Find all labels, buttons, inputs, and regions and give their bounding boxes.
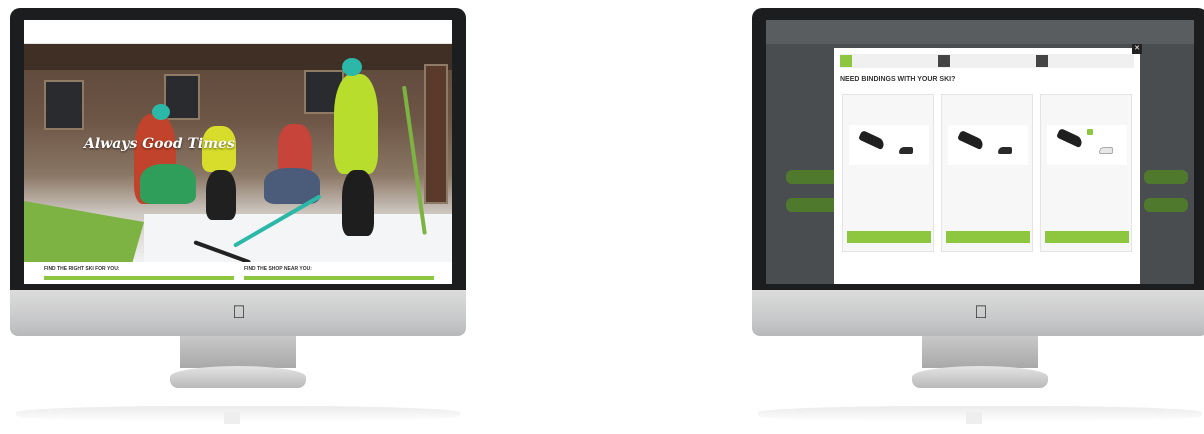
dimmed-button (786, 198, 840, 212)
hero-tagline: Always Good Times (84, 136, 235, 152)
ski-finder-title[interactable]: FIND THE RIGHT SKI FOR YOU: (44, 266, 119, 272)
binding-accent (1087, 129, 1093, 135)
binding-toe-piece (858, 129, 886, 151)
binding-heel-piece (1099, 147, 1113, 154)
shop-finder-bar[interactable] (244, 276, 434, 280)
bindings-modal: ✕ NEED BINDINGS WITH YOUR SKI? (834, 44, 1142, 284)
skier-green-pants (140, 164, 196, 204)
step-number (938, 55, 950, 67)
step-number (840, 55, 852, 67)
cabin-door (424, 64, 448, 204)
website-homepage: Always Good Times FIND THE RIGHT SKI FOR… (24, 20, 452, 284)
helmet (342, 58, 362, 76)
imac-stand-neck (922, 336, 1038, 368)
screen-bezel: ✕ NEED BINDINGS WITH YOUR SKI? (752, 8, 1204, 290)
imac-stand-foot (912, 366, 1048, 388)
step-1[interactable] (840, 54, 938, 68)
skier-black-pants (342, 170, 374, 236)
dimmed-button (1144, 198, 1188, 212)
cabin-roof (24, 44, 452, 70)
cabin-window (44, 80, 84, 130)
step-3[interactable] (1036, 54, 1134, 68)
binding-card[interactable] (842, 94, 934, 252)
finder-strip: FIND THE RIGHT SKI FOR YOU: FIND THE SHO… (24, 262, 452, 284)
dimmed-button (786, 170, 840, 184)
shop-finder-title[interactable]: FIND THE SHOP NEAR YOU: (244, 266, 312, 272)
binding-card[interactable] (941, 94, 1033, 252)
ski-finder-bar[interactable] (44, 276, 234, 280)
top-navigation (24, 20, 452, 44)
imac-right: ✕ NEED BINDINGS WITH YOUR SKI? (752, 8, 1204, 434)
hero-image: Always Good Times (24, 44, 452, 262)
helmet (152, 104, 170, 120)
add-binding-button[interactable] (1045, 231, 1129, 243)
stage: Always Good Times FIND THE RIGHT SKI FOR… (0, 0, 1204, 434)
binding-heel-piece (899, 147, 913, 154)
dimmed-navigation (766, 20, 1194, 44)
step-number (1036, 55, 1048, 67)
imac-reflection (966, 412, 982, 424)
grass-patch (24, 201, 144, 262)
skier-black-pants (206, 170, 236, 220)
skier-lime-jacket (334, 74, 378, 174)
apple-logo-icon:  (972, 302, 990, 322)
add-binding-button[interactable] (847, 231, 931, 243)
binding-image (849, 125, 929, 165)
screen-bezel: Always Good Times FIND THE RIGHT SKI FOR… (10, 8, 466, 290)
binding-toe-piece (957, 129, 985, 151)
step-indicator (840, 54, 1134, 68)
imac-stand-neck (180, 336, 296, 368)
binding-image (1047, 125, 1127, 165)
binding-card[interactable] (1040, 94, 1132, 252)
imac-reflection (224, 412, 240, 424)
binding-image (948, 125, 1028, 165)
close-icon[interactable]: ✕ (1132, 44, 1142, 54)
snow-ground (144, 214, 452, 262)
step-2[interactable] (938, 54, 1036, 68)
binding-toe-piece (1056, 127, 1084, 149)
imac-left: Always Good Times FIND THE RIGHT SKI FOR… (10, 8, 466, 434)
imac-stand-foot (170, 366, 306, 388)
dimmed-button (1144, 170, 1188, 184)
modal-title: NEED BINDINGS WITH YOUR SKI? (840, 76, 956, 83)
website-product-modal: ✕ NEED BINDINGS WITH YOUR SKI? (766, 20, 1194, 284)
apple-logo-icon:  (230, 302, 248, 322)
binding-heel-piece (998, 147, 1012, 154)
add-binding-button[interactable] (946, 231, 1030, 243)
